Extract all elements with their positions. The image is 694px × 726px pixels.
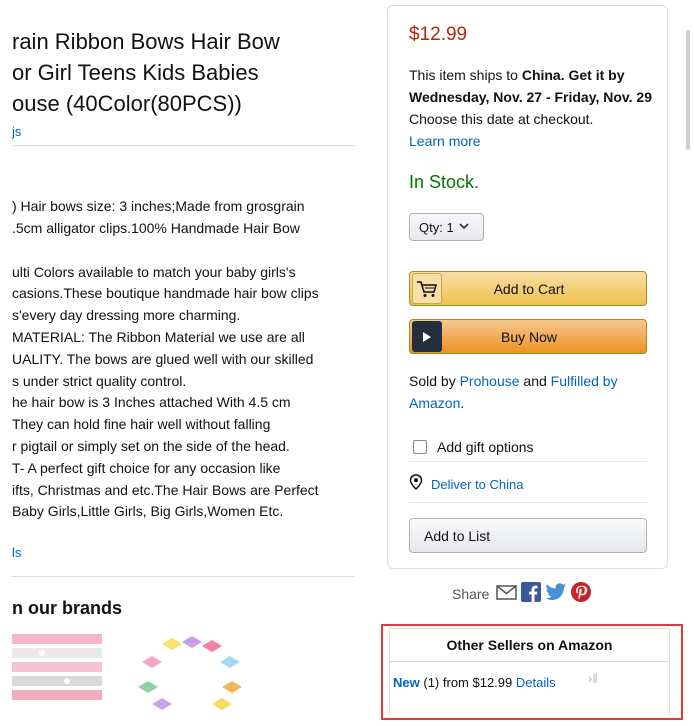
scrollbar-thumb[interactable]	[686, 30, 690, 150]
product-thumbnail-hair-bows[interactable]	[132, 632, 250, 712]
add-to-cart-button[interactable]: Add to Cart	[409, 271, 647, 306]
bullet-line: ifts, Christmas and etc.The Hair Bows ar…	[12, 481, 319, 498]
deliver-to-link[interactable]: Deliver to China	[431, 477, 524, 492]
title-line-2: or Girl Teens Kids Babies	[12, 60, 259, 85]
buy-now-button[interactable]: Buy Now	[409, 319, 647, 354]
offer-count: (1)	[423, 675, 440, 690]
see-more-details-link[interactable]: ls	[12, 545, 21, 560]
add-to-list-button[interactable]: Add to List	[409, 518, 647, 553]
divider	[12, 145, 354, 146]
gift-options-row[interactable]: Add gift options	[409, 434, 647, 462]
bullet-line: .5cm alligator clips.100% Handmade Hair …	[12, 219, 300, 236]
sold-by-info: Sold by Prohouse and Fulfilled by Amazon…	[409, 370, 649, 414]
bullet-gap	[12, 240, 319, 262]
other-sellers-heading: Other Sellers on Amazon	[390, 629, 669, 662]
seller-link[interactable]: Prohouse	[460, 373, 520, 389]
bullet-line: Baby Girls,Little Girls, Big Girls,Women…	[12, 503, 284, 520]
share-label: Share	[452, 585, 490, 602]
brands-heading: n our brands	[12, 598, 123, 618]
shipping-info: This item ships to China. Get it by Wedn…	[409, 64, 657, 152]
buy-box: $12.99 This item ships to China. Get it …	[387, 5, 668, 569]
other-sellers-box: Other Sellers on Amazon	[389, 628, 670, 716]
bullet-line: s under strict quality control.	[12, 372, 187, 389]
sold-by-pre: Sold by	[409, 373, 460, 389]
title-line-1: rain Ribbon Bows Hair Bow	[12, 29, 280, 54]
bullet-line: ) Hair bows size: 3 inches;Made from gro…	[12, 198, 305, 214]
bullet-line: UALITY. The bows are glued well with our…	[12, 350, 314, 367]
other-sellers-offer-row[interactable]: New (1) from $12.99 Details	[393, 675, 556, 690]
qty-label: Qty:	[419, 219, 443, 235]
cart-icon	[412, 273, 442, 304]
gift-options-label: Add gift options	[437, 438, 534, 455]
quantity-dropdown[interactable]: Qty: 1	[409, 213, 484, 241]
ships-post-text: Choose this date at checkout.	[409, 111, 594, 127]
price: $12.99	[409, 24, 468, 45]
ships-dates: Wednesday, Nov. 27 - Friday, Nov. 29	[409, 89, 653, 105]
share-row: Share	[452, 582, 592, 605]
sold-by-and: and	[519, 373, 551, 389]
location-pin-icon	[409, 474, 423, 495]
offer-new-link[interactable]: New	[393, 675, 420, 690]
bullet-line: casions.These boutique handmade hair bow…	[12, 285, 319, 302]
mail-icon[interactable]	[496, 584, 518, 603]
pinterest-icon[interactable]	[571, 582, 592, 605]
title-line-3: ouse (40Color(80PCS))	[12, 91, 242, 116]
bullet-line: s'every day dressing more charming.	[12, 307, 241, 324]
bullet-line: They can hold fine hair well without fal…	[12, 416, 271, 433]
product-details-column: rain Ribbon Bows Hair Bow or Girl Teens …	[0, 0, 370, 726]
product-title: rain Ribbon Bows Hair Bow or Girl Teens …	[12, 26, 370, 119]
ships-mid-text: . Get it by	[560, 67, 625, 83]
bullet-line: MATERIAL: The Ribbon Material we use are…	[12, 328, 305, 345]
watermark-mark: ›‖	[588, 671, 598, 686]
buy-now-label: Buy Now	[500, 328, 558, 345]
ships-pre-text: This item ships to	[409, 67, 522, 83]
facebook-icon[interactable]	[521, 582, 542, 605]
deliver-to-row[interactable]: Deliver to China	[409, 473, 647, 503]
bullet-line: T- A perfect gift choice for any occasio…	[12, 459, 281, 476]
offer-details-link[interactable]: Details	[516, 675, 556, 690]
bullet-line: r pigtail or simply set on the side of t…	[12, 437, 290, 454]
divider	[12, 576, 354, 577]
gift-options-checkbox[interactable]	[413, 439, 427, 454]
brand-link[interactable]: js	[12, 124, 21, 139]
bullet-line: he hair bow is 3 Inches attached With 4.…	[12, 394, 291, 411]
ships-country: China	[521, 67, 561, 83]
feature-bullets: ) Hair bows size: 3 inches;Made from gro…	[12, 196, 319, 523]
add-to-cart-label: Add to Cart	[493, 280, 565, 297]
other-sellers-highlight: Other Sellers on Amazon New (1) from $12…	[381, 624, 683, 720]
stock-status: In Stock.	[409, 172, 480, 192]
chevron-down-icon	[459, 221, 469, 233]
twitter-icon[interactable]	[545, 583, 567, 604]
product-thumbnail-headbands[interactable]	[12, 632, 104, 712]
bullet-line: ulti Colors available to match your baby…	[12, 263, 296, 280]
play-icon	[412, 321, 442, 352]
qty-value: 1	[446, 219, 454, 235]
learn-more-link[interactable]: Learn more	[409, 133, 481, 149]
sold-by-period: .	[460, 395, 465, 411]
offer-price: from $12.99	[442, 675, 513, 690]
